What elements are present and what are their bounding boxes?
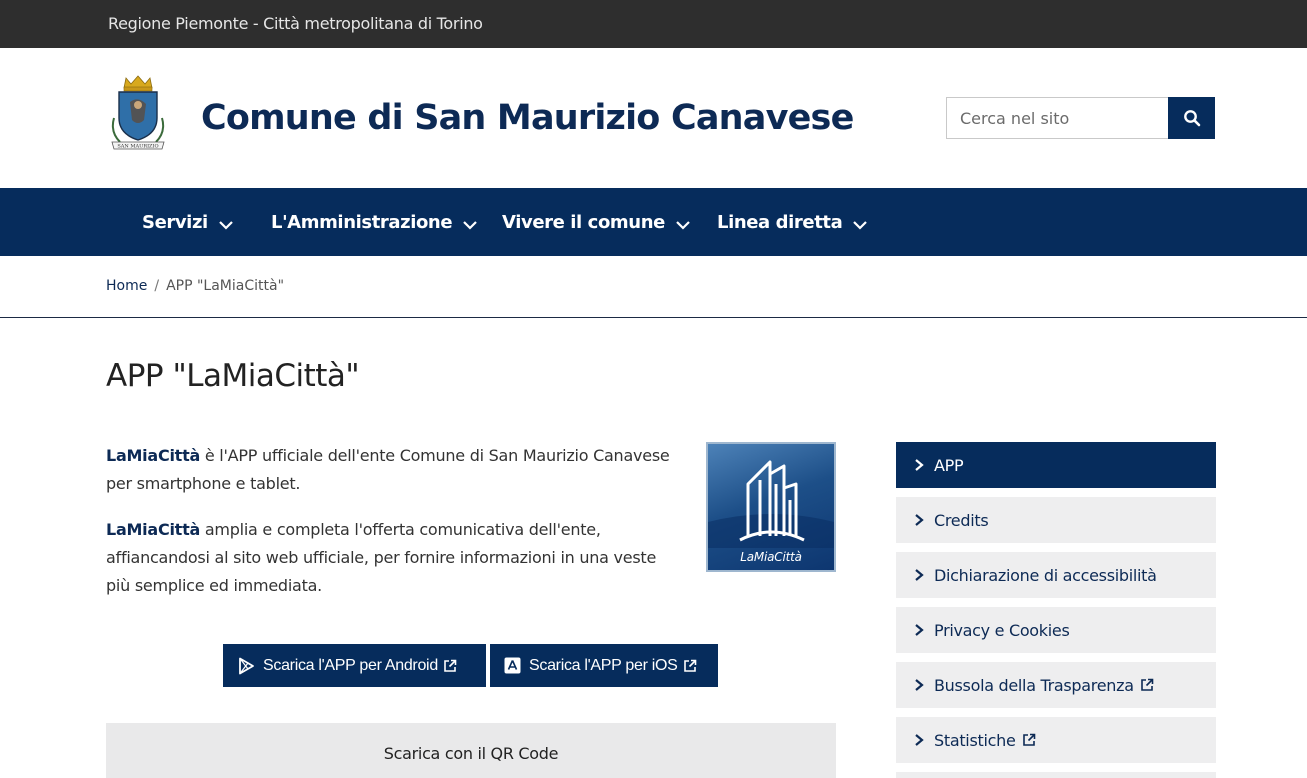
sidebar-item-label: Bussola della Trasparenza — [934, 675, 1134, 695]
chevron-right-icon — [915, 624, 924, 636]
sidebar-item-label: Statistiche — [934, 730, 1016, 750]
sidebar-item-partial — [896, 772, 1216, 778]
nav-item-linea-diretta[interactable]: Linea diretta — [717, 212, 868, 233]
sidebar-item-privacy[interactable]: Privacy e Cookies — [896, 607, 1216, 653]
button-label: Scarica l'APP per iOS — [529, 656, 678, 674]
external-link-icon — [683, 659, 696, 672]
description-paragraph: LaMiaCittà amplia e completa l'offerta c… — [106, 516, 681, 600]
nav-item-label: L'Amministrazione — [271, 212, 453, 233]
external-link-icon — [1022, 733, 1035, 746]
download-ios-button[interactable]: Scarica l'APP per iOS — [490, 644, 718, 687]
nav-item-vivere-il-comune[interactable]: Vivere il comune — [502, 212, 691, 233]
nav-item-label: Servizi — [142, 212, 208, 233]
sidebar-item-label: Privacy e Cookies — [934, 620, 1070, 640]
main-nav: Servizi L'Amministrazione Vivere il comu… — [0, 188, 1307, 256]
divider — [0, 317, 1307, 318]
chevron-right-icon — [915, 569, 924, 581]
sidebar-item-credits[interactable]: Credits — [896, 497, 1216, 543]
external-link-icon — [444, 659, 457, 672]
search-input[interactable] — [946, 97, 1168, 139]
chevron-down-icon — [853, 220, 868, 230]
breadcrumb-current: APP "LaMiaCittà" — [166, 278, 285, 294]
nav-item-servizi[interactable]: Servizi — [142, 212, 234, 233]
site-title[interactable]: Comune di San Maurizio Canavese — [201, 98, 854, 138]
chevron-down-icon — [676, 220, 690, 230]
qr-code-section[interactable]: Scarica con il QR Code — [106, 723, 836, 778]
sidebar-item-statistiche[interactable]: Statistiche — [896, 717, 1216, 763]
search-button[interactable] — [1168, 97, 1215, 139]
site-header: SAN MAURIZIO Comune di San Maurizio Cana… — [0, 48, 1307, 188]
sidebar-item-label: APP — [934, 455, 964, 475]
button-label: Scarica l'APP per Android — [263, 656, 438, 674]
download-android-button[interactable]: Scarica l'APP per Android — [223, 644, 486, 687]
nav-item-label: Vivere il comune — [502, 212, 665, 233]
city-buildings-icon — [708, 460, 834, 548]
brand-link[interactable]: LaMiaCittà — [106, 520, 200, 539]
sidebar-item-app[interactable]: APP — [896, 442, 1216, 488]
external-link-icon — [1140, 678, 1154, 691]
search-icon — [1183, 110, 1200, 127]
sidebar-item-label: Dichiarazione di accessibilità — [934, 565, 1157, 585]
top-bar: Regione Piemonte - Città metropolitana d… — [0, 0, 1307, 48]
breadcrumb: Home / APP "LaMiaCittà" — [106, 278, 284, 294]
app-logo: LaMiaCittà — [706, 442, 836, 572]
sidebar-item-accessibilita[interactable]: Dichiarazione di accessibilità — [896, 552, 1216, 598]
google-play-icon — [239, 657, 254, 674]
sidebar-item-label: Credits — [934, 510, 989, 530]
app-store-icon — [504, 657, 521, 674]
chevron-down-icon — [219, 220, 233, 230]
nav-item-amministrazione[interactable]: L'Amministrazione — [271, 212, 478, 233]
qr-code-label: Scarica con il QR Code — [383, 744, 559, 763]
region-label: Regione Piemonte - Città metropolitana d… — [108, 14, 483, 33]
breadcrumb-separator: / — [154, 278, 160, 294]
chevron-right-icon — [915, 514, 924, 526]
chevron-right-icon — [915, 459, 924, 471]
chevron-right-icon — [915, 734, 924, 746]
app-logo-text: LaMiaCittà — [740, 550, 802, 564]
brand-link[interactable]: LaMiaCittà — [106, 446, 200, 465]
intro-paragraph: LaMiaCittà è l'APP ufficiale dell'ente C… — [106, 442, 681, 498]
chevron-down-icon — [463, 220, 477, 230]
coat-of-arms-icon[interactable]: SAN MAURIZIO — [106, 74, 170, 152]
svg-text:SAN MAURIZIO: SAN MAURIZIO — [117, 144, 158, 150]
page-title: APP "LaMiaCittà" — [106, 358, 360, 394]
breadcrumb-home-link[interactable]: Home — [106, 278, 147, 294]
nav-item-label: Linea diretta — [717, 212, 843, 233]
chevron-right-icon — [915, 679, 924, 691]
sidebar-item-bussola[interactable]: Bussola della Trasparenza — [896, 662, 1216, 708]
